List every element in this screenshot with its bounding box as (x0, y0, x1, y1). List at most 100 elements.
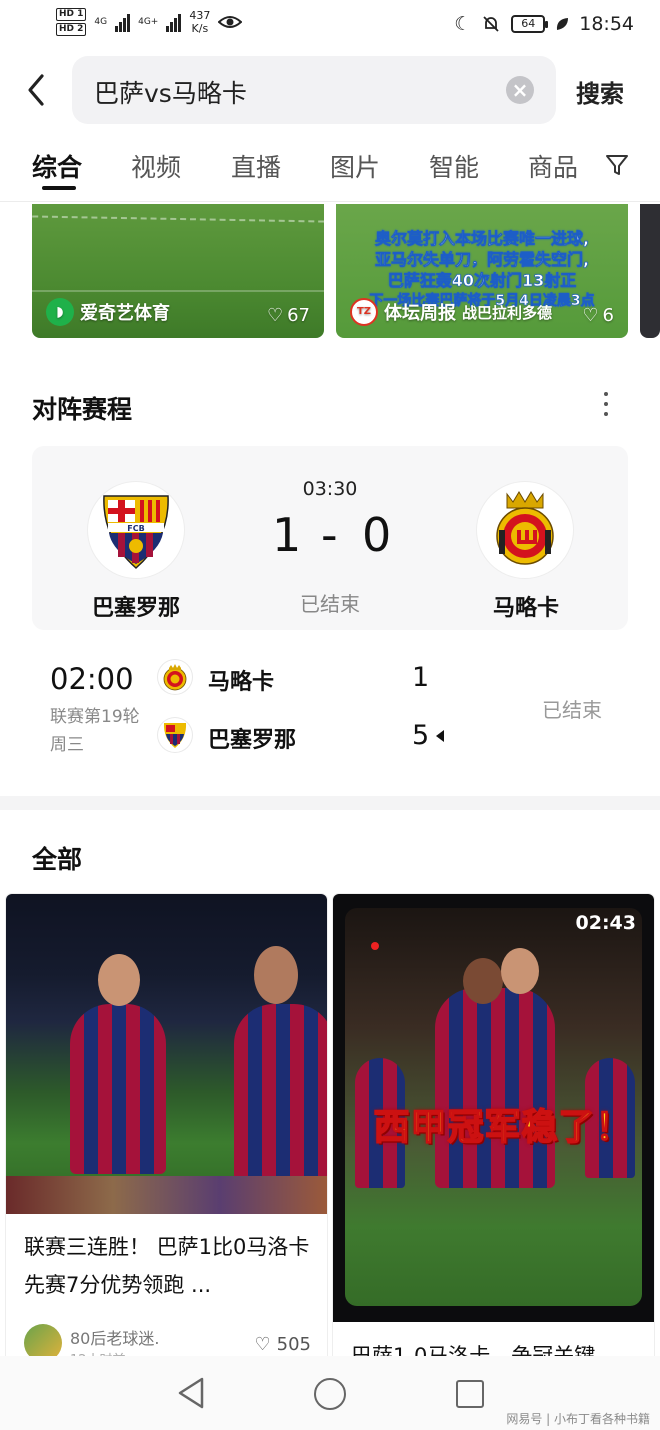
search-query[interactable]: 巴萨vs马略卡 (94, 74, 247, 110)
like-count: 505 (276, 1334, 311, 1355)
status-right: ☾ 64 18:54 (454, 13, 634, 35)
barcelona-mini-crest (158, 718, 192, 752)
tab-bar: 综合 视频 直播 图片 智能 商品 (0, 140, 660, 200)
past-score2: 5 (412, 720, 430, 751)
past-match-weekday: 周三 (50, 735, 84, 755)
tabs-divider (0, 201, 660, 202)
blurred-strip (6, 1176, 327, 1214)
hd1-badge: HD 1 (56, 8, 87, 21)
feed-video: 西甲冠军稳了！ 02:43 (333, 894, 654, 1322)
battery-icon: 64 (511, 15, 549, 33)
watermark: 网易号 | 小布丁看各种书籍 (506, 1412, 650, 1426)
past-match-time: 02:00 (50, 662, 134, 696)
net2-label: 4G+ (138, 17, 159, 27)
video-source: TZ 体坛周报 战巴拉利多德 (350, 298, 552, 326)
winner-arrow-icon (436, 730, 444, 742)
all-section-title: 全部 (32, 845, 83, 874)
source-name: 爱奇艺体育 (80, 303, 170, 324)
section-divider (0, 796, 660, 810)
hd-indicators: HD 1 HD 2 (56, 8, 87, 36)
overlay-line: 亚马尔失单刀，阿劳霍失空门, (374, 250, 590, 270)
filter-icon[interactable] (604, 152, 630, 178)
video-card-partial[interactable] (640, 204, 660, 338)
mallorca-crest-icon (496, 491, 554, 565)
score-separator: - (321, 508, 338, 562)
player-figure (234, 1004, 327, 1184)
player-head (501, 948, 539, 994)
author-name[interactable]: 80后老球迷. (70, 1325, 159, 1349)
heart-icon: ♡ (254, 1334, 271, 1355)
feed-card-likes[interactable]: ♡ 505 (255, 1334, 312, 1355)
mallorca-crest-icon (163, 664, 187, 691)
barcelona-crest-icon (163, 723, 187, 748)
network-speed: 437 K/s (189, 9, 210, 35)
search-input[interactable]: 巴萨vs马略卡 × (72, 56, 556, 124)
signal2-icon (166, 12, 182, 32)
eye-icon (218, 16, 243, 28)
player-head (463, 958, 503, 1004)
status-left: HD 1 HD 2 4G 4G+ 437 K/s (56, 8, 243, 36)
player-figure (70, 1004, 166, 1174)
overlay-line: 奥尔莫打入本场比赛唯一进球, (374, 229, 590, 249)
tab-all[interactable]: 综合 (32, 148, 82, 184)
schedule-title: 对阵赛程 (32, 395, 133, 424)
speed-value: 437 (189, 9, 211, 22)
mallorca-crest (477, 482, 573, 578)
heart-icon: ♡ (582, 305, 599, 326)
overlay-line: 巴萨狂轰40次射门13射正 (387, 271, 577, 291)
moon-icon: ☾ (454, 13, 472, 35)
video-source: ◗ 爱奇艺体育 (46, 298, 170, 326)
nav-home-icon[interactable] (314, 1378, 346, 1410)
tab-goods[interactable]: 商品 (528, 148, 578, 184)
nav-recent-apps-icon[interactable] (456, 1380, 484, 1408)
player-head (98, 954, 140, 1006)
iqiyi-logo-icon: ◗ (46, 298, 74, 326)
leaf-icon (557, 18, 569, 30)
past-team2-name: 巴塞罗那 (208, 728, 297, 753)
player-head (254, 946, 298, 1004)
back-arrow-icon[interactable] (22, 70, 52, 110)
clear-icon[interactable]: × (506, 76, 534, 104)
player-figure (435, 988, 555, 1188)
speed-unit: K/s (191, 22, 209, 35)
heart-icon: ♡ (266, 305, 284, 326)
more-options-icon[interactable] (602, 392, 610, 416)
video-caption: 西甲冠军稳了！ (373, 1106, 633, 1149)
home-score: 1 (272, 508, 302, 562)
mute-bell-icon (483, 16, 499, 32)
search-results-page: HD 1 HD 2 4G 4G+ 437 K/s ☾ 64 18:54 巴萨vs… (0, 0, 660, 1430)
clock: 18:54 (579, 13, 634, 35)
video-frame: 西甲冠军稳了！ (345, 908, 642, 1306)
source-tail: 战巴拉利多德 (462, 303, 553, 322)
past-team1-name: 马略卡 (208, 670, 275, 695)
hd2-badge: HD 2 (56, 23, 87, 36)
signal-icon (115, 12, 131, 32)
video-card[interactable]: ◗ 爱奇艺体育 ♡ 67 (32, 204, 324, 338)
pitch-line (32, 290, 324, 292)
pitch-line (32, 215, 324, 245)
past-match-round: 联赛第19轮 (50, 707, 140, 727)
status-bar: HD 1 HD 2 4G 4G+ 437 K/s ☾ 64 18:54 (0, 0, 660, 52)
titan-logo-icon: TZ (350, 298, 378, 326)
away-score: 0 (362, 508, 392, 562)
video-card[interactable]: 奥尔莫打入本场比赛唯一进球, 亚马尔失单刀，阿劳霍失空门, 巴萨狂轰40次射门1… (336, 204, 628, 338)
svg-text:FCB: FCB (127, 524, 144, 533)
feed-card[interactable]: 西甲冠军稳了！ 02:43 巴萨1-0马洛卡，争冠关键 (333, 894, 654, 1364)
tab-video[interactable]: 视频 (131, 148, 181, 184)
nav-back-icon[interactable] (176, 1376, 206, 1410)
video-likes: ♡ 6 (582, 305, 614, 326)
tab-images[interactable]: 图片 (330, 148, 380, 184)
search-button[interactable]: 搜索 (576, 74, 624, 109)
net1-label: 4G (94, 17, 108, 27)
away-team-name: 马略卡 (492, 596, 559, 621)
feed-card-title[interactable]: 联赛三连胜！ 巴萨1比0马洛卡 先赛7分优势领跑 ... (24, 1228, 314, 1304)
tab-ai[interactable]: 智能 (429, 148, 479, 184)
active-tab-indicator (42, 186, 76, 190)
video-duration: 02:43 (575, 912, 636, 934)
mallorca-mini-crest (158, 660, 192, 694)
feed-card[interactable]: 联赛三连胜！ 巴萨1比0马洛卡 先赛7分优势领跑 ... 80后老球迷. 12小… (6, 894, 327, 1364)
live-dot-icon (371, 942, 379, 950)
tab-live[interactable]: 直播 (231, 148, 281, 184)
past-score1: 1 (412, 662, 430, 693)
like-count: 67 (287, 305, 310, 326)
